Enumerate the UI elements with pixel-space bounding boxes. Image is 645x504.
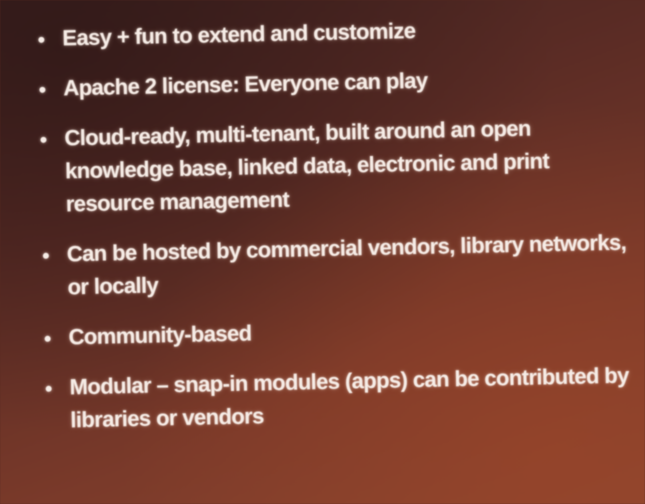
- bullet-item: Community-based: [40, 308, 641, 354]
- bullet-dot-icon: [39, 86, 46, 93]
- presentation-slide: Easy + fun to extend and customize Apach…: [0, 0, 645, 504]
- bullet-item: Modular – snap-in modules (apps) can be …: [41, 358, 642, 437]
- bullet-dot-icon: [38, 36, 45, 43]
- bullet-item: Can be hosted by commercial vendors, lib…: [39, 225, 640, 304]
- bullet-item: Apache 2 license: Everyone can play: [35, 59, 636, 105]
- bullet-text: Apache 2 license: Everyone can play: [63, 67, 428, 101]
- bullet-text: Cloud-ready, multi-tenant, built around …: [64, 115, 550, 217]
- bullet-dot-icon: [44, 335, 51, 342]
- bullet-text: Easy + fun to extend and customize: [62, 18, 416, 51]
- bullet-dot-icon: [42, 252, 49, 259]
- bullet-text: Modular – snap-in modules (apps) can be …: [69, 362, 630, 433]
- bullet-item: Easy + fun to extend and customize: [34, 9, 635, 55]
- bullet-text: Community-based: [68, 320, 252, 350]
- bullet-dot-icon: [45, 385, 52, 392]
- bullet-dot-icon: [40, 136, 47, 143]
- bullet-text: Can be hosted by commercial vendors, lib…: [66, 229, 627, 300]
- bullet-item: Cloud-ready, multi-tenant, built around …: [36, 109, 638, 221]
- bullet-list: Easy + fun to extend and customize Apach…: [34, 9, 643, 453]
